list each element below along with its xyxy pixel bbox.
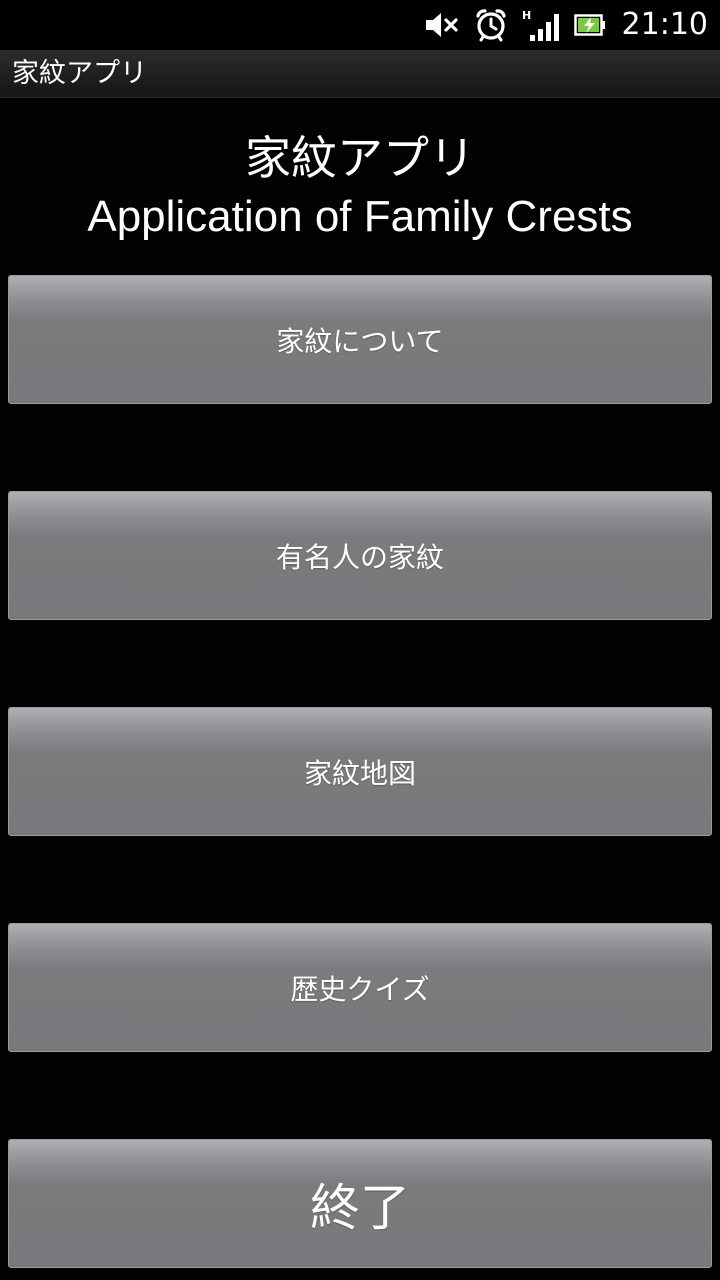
- status-icons: H 21:10: [424, 0, 708, 50]
- title-bar: 家紋アプリ: [0, 50, 720, 98]
- status-bar: H 21:10: [0, 0, 720, 50]
- crest-map-label: 家紋地図: [303, 756, 416, 790]
- volume-muted-icon: [424, 10, 460, 40]
- app-title: 家紋アプリ: [12, 58, 147, 89]
- crest-map-button[interactable]: 家紋地図: [8, 707, 712, 836]
- about-crests-button[interactable]: 家紋について: [8, 275, 712, 404]
- heading-title-jp: 家紋アプリ: [245, 131, 475, 185]
- exit-button[interactable]: 終了: [8, 1139, 712, 1268]
- history-quiz-label: 歴史クイズ: [290, 972, 430, 1006]
- famous-crests-button[interactable]: 有名人の家紋: [8, 491, 712, 620]
- battery-charging-icon: [573, 13, 606, 37]
- famous-crests-label: 有名人の家紋: [275, 540, 444, 574]
- page-heading: 家紋アプリ Application of Family Crests: [0, 128, 720, 246]
- history-quiz-button[interactable]: 歴史クイズ: [8, 923, 712, 1052]
- exit-label: 終了: [310, 1178, 410, 1237]
- status-clock: 21:10: [621, 7, 708, 42]
- heading-title-en: Application of Family Crests: [87, 192, 633, 241]
- alarm-clock-icon: [474, 8, 508, 42]
- app-screen: H 21:10 家紋アプリ 家紋アプリ Application of Famil…: [0, 0, 720, 1280]
- about-crests-label: 家紋について: [276, 324, 444, 358]
- signal-network-label: H: [522, 9, 531, 22]
- signal-strength-icon: H: [522, 8, 560, 42]
